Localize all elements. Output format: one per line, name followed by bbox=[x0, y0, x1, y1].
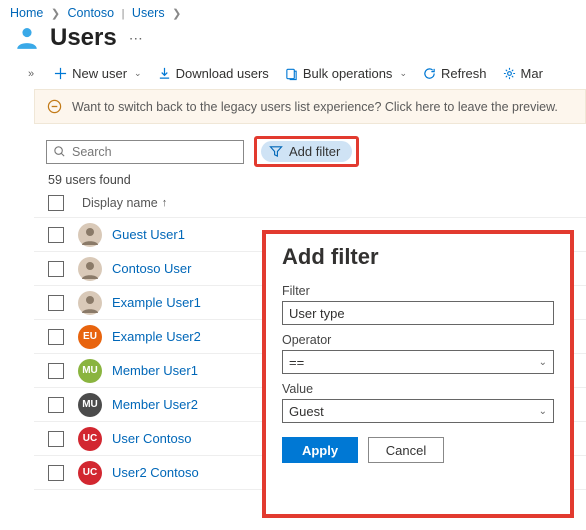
user-name-link[interactable]: Example User1 bbox=[112, 295, 201, 310]
command-bar: » New user ⌄ Download users Bulk operati… bbox=[0, 62, 586, 89]
user-name-link[interactable]: Contoso User bbox=[112, 261, 191, 276]
list-header: Display name ↑ bbox=[34, 191, 586, 218]
operator-label: Operator bbox=[282, 333, 554, 347]
avatar bbox=[78, 257, 102, 281]
chevron-down-icon: ⌄ bbox=[539, 357, 547, 368]
page-title: Users bbox=[50, 24, 117, 52]
add-filter-panel: Add filter Filter User type Operator == … bbox=[262, 230, 574, 518]
row-checkbox[interactable] bbox=[48, 261, 64, 277]
new-user-label: New user bbox=[72, 66, 127, 81]
pipe-icon: | bbox=[118, 8, 129, 20]
row-checkbox[interactable] bbox=[48, 295, 64, 311]
value-label: Value bbox=[282, 382, 554, 396]
user-name-link[interactable]: User Contoso bbox=[112, 431, 191, 446]
user-icon bbox=[14, 25, 40, 51]
avatar: EU bbox=[78, 325, 102, 349]
manage-label: Mar bbox=[521, 66, 543, 81]
bulk-operations-button[interactable]: Bulk operations ⌄ bbox=[285, 66, 407, 81]
user-name-link[interactable]: Member User1 bbox=[112, 363, 198, 378]
row-checkbox[interactable] bbox=[48, 363, 64, 379]
user-name-link[interactable]: Example User2 bbox=[112, 329, 201, 344]
crumb-home[interactable]: Home bbox=[10, 6, 43, 20]
chevron-down-icon: ⌄ bbox=[134, 68, 142, 79]
row-checkbox[interactable] bbox=[48, 227, 64, 243]
filter-icon bbox=[269, 145, 283, 158]
bulk-icon bbox=[285, 67, 298, 81]
chevron-down-icon: ⌄ bbox=[399, 68, 407, 79]
cancel-button[interactable]: Cancel bbox=[368, 437, 444, 463]
filter-field-label: Filter bbox=[282, 284, 554, 298]
result-count: 59 users found bbox=[34, 167, 586, 191]
more-icon[interactable]: ⋯ bbox=[129, 30, 145, 47]
chevron-down-icon: ⌄ bbox=[539, 406, 547, 417]
search-icon bbox=[53, 145, 66, 158]
select-all-checkbox[interactable] bbox=[48, 195, 64, 211]
user-name-link[interactable]: Guest User1 bbox=[112, 227, 185, 242]
user-name-link[interactable]: User2 Contoso bbox=[112, 465, 199, 480]
col-display-name[interactable]: Display name bbox=[82, 196, 158, 210]
panel-title: Add filter bbox=[282, 244, 554, 270]
refresh-icon bbox=[423, 67, 436, 80]
search-placeholder: Search bbox=[72, 145, 112, 159]
row-checkbox[interactable] bbox=[48, 431, 64, 447]
legacy-banner[interactable]: Want to switch back to the legacy users … bbox=[34, 89, 586, 124]
operator-value: == bbox=[289, 355, 304, 370]
user-name-link[interactable]: Member User2 bbox=[112, 397, 198, 412]
refresh-button[interactable]: Refresh bbox=[423, 66, 487, 81]
breadcrumb: Home ❯ Contoso | Users ❯ bbox=[0, 0, 586, 22]
chevron-right-icon: ❯ bbox=[47, 8, 64, 20]
filter-field-value: User type bbox=[289, 306, 345, 321]
sort-asc-icon: ↑ bbox=[162, 197, 168, 209]
add-filter-highlight: Add filter bbox=[254, 136, 359, 167]
value-select[interactable]: Guest ⌄ bbox=[282, 399, 554, 423]
banner-text: Want to switch back to the legacy users … bbox=[72, 100, 558, 114]
row-checkbox[interactable] bbox=[48, 329, 64, 345]
download-users-label: Download users bbox=[176, 66, 269, 81]
avatar: MU bbox=[78, 359, 102, 383]
add-filter-label: Add filter bbox=[289, 144, 340, 159]
download-users-button[interactable]: Download users bbox=[158, 66, 269, 81]
filter-field-input[interactable]: User type bbox=[282, 301, 554, 325]
refresh-label: Refresh bbox=[441, 66, 487, 81]
avatar: UC bbox=[78, 461, 102, 485]
download-icon bbox=[158, 67, 171, 80]
add-filter-button[interactable]: Add filter bbox=[261, 141, 352, 162]
plus-icon bbox=[54, 67, 67, 80]
value-value: Guest bbox=[289, 404, 324, 419]
apply-button[interactable]: Apply bbox=[282, 437, 358, 463]
avatar: UC bbox=[78, 427, 102, 451]
back-circle-icon bbox=[47, 99, 62, 114]
new-user-button[interactable]: New user ⌄ bbox=[54, 66, 141, 81]
crumb-org[interactable]: Contoso bbox=[68, 6, 115, 20]
avatar bbox=[78, 223, 102, 247]
chevron-right-icon: ❯ bbox=[168, 8, 185, 20]
manage-button[interactable]: Mar bbox=[503, 66, 543, 81]
crumb-section[interactable]: Users bbox=[132, 6, 165, 20]
operator-select[interactable]: == ⌄ bbox=[282, 350, 554, 374]
avatar: MU bbox=[78, 393, 102, 417]
expand-icon[interactable]: » bbox=[28, 68, 34, 80]
avatar bbox=[78, 291, 102, 315]
gear-icon bbox=[503, 67, 516, 80]
row-checkbox[interactable] bbox=[48, 397, 64, 413]
search-input[interactable]: Search bbox=[46, 140, 244, 164]
bulk-operations-label: Bulk operations bbox=[303, 66, 393, 81]
row-checkbox[interactable] bbox=[48, 465, 64, 481]
